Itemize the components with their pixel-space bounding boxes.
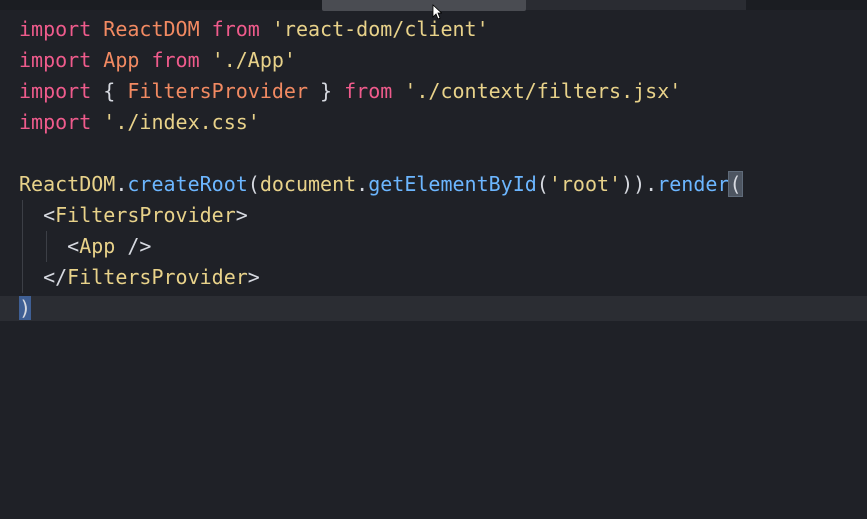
code-token: from (151, 48, 200, 72)
code-line[interactable]: </FiltersProvider> (19, 262, 742, 293)
code-token: FiltersProvider (55, 203, 236, 227)
horizontal-scrollbar-thumb[interactable] (322, 0, 526, 11)
code-editor[interactable]: import ReactDOM from 'react-dom/client' i… (0, 0, 867, 519)
code-token: ( (536, 172, 549, 196)
code-token: 'react-dom/client' (271, 17, 489, 41)
code-token: /> (115, 234, 152, 258)
code-token: > (247, 265, 260, 289)
code-token: </ (19, 265, 68, 289)
code-token: 'root' (548, 172, 622, 196)
code-token: render (657, 172, 730, 196)
code-token: > (235, 203, 248, 227)
code-token: ( (728, 171, 743, 197)
code-token: ReactDOM (19, 172, 116, 196)
code-token: App (79, 234, 116, 258)
code-token: < (19, 234, 80, 258)
code-line[interactable] (19, 138, 742, 169)
code-token: document (259, 172, 357, 196)
code-token: FiltersProvider (67, 265, 248, 289)
code-area[interactable]: import ReactDOM from 'react-dom/client' i… (19, 14, 743, 324)
code-token: . (356, 172, 369, 196)
code-token: App (103, 48, 140, 72)
editor-top-shade (526, 0, 746, 10)
code-token: './index.css' (103, 110, 260, 134)
code-line[interactable]: <App /> (19, 231, 742, 262)
code-line[interactable]: import './index.css' (19, 107, 742, 138)
code-line[interactable]: import ReactDOM from 'react-dom/client' (19, 14, 742, 45)
code-token: './context/filters.jsx' (404, 79, 682, 103)
code-token: ReactDOM (103, 17, 200, 41)
code-token: import (19, 17, 92, 41)
code-line[interactable]: ) (19, 293, 742, 324)
code-token: import (19, 110, 92, 134)
code-line[interactable]: <FiltersProvider> (19, 200, 742, 231)
code-token: ( (247, 172, 260, 196)
code-token: getElementById (368, 172, 537, 196)
code-token: from (211, 17, 260, 41)
code-token: } (308, 79, 345, 103)
code-token: ) (19, 296, 32, 320)
code-token: import (19, 79, 92, 103)
code-token: from (344, 79, 393, 103)
code-token: . (115, 172, 128, 196)
code-token: )). (621, 172, 658, 196)
code-token: createRoot (127, 172, 248, 196)
code-token: FiltersProvider (127, 79, 308, 103)
code-token: { (91, 79, 128, 103)
code-token: < (19, 203, 56, 227)
code-line[interactable]: import { FiltersProvider } from './conte… (19, 76, 742, 107)
code-token: import (19, 48, 92, 72)
code-line[interactable]: import App from './App' (19, 45, 742, 76)
code-token: './App' (211, 48, 296, 72)
code-line[interactable]: ReactDOM.createRoot(document.getElementB… (19, 169, 743, 200)
